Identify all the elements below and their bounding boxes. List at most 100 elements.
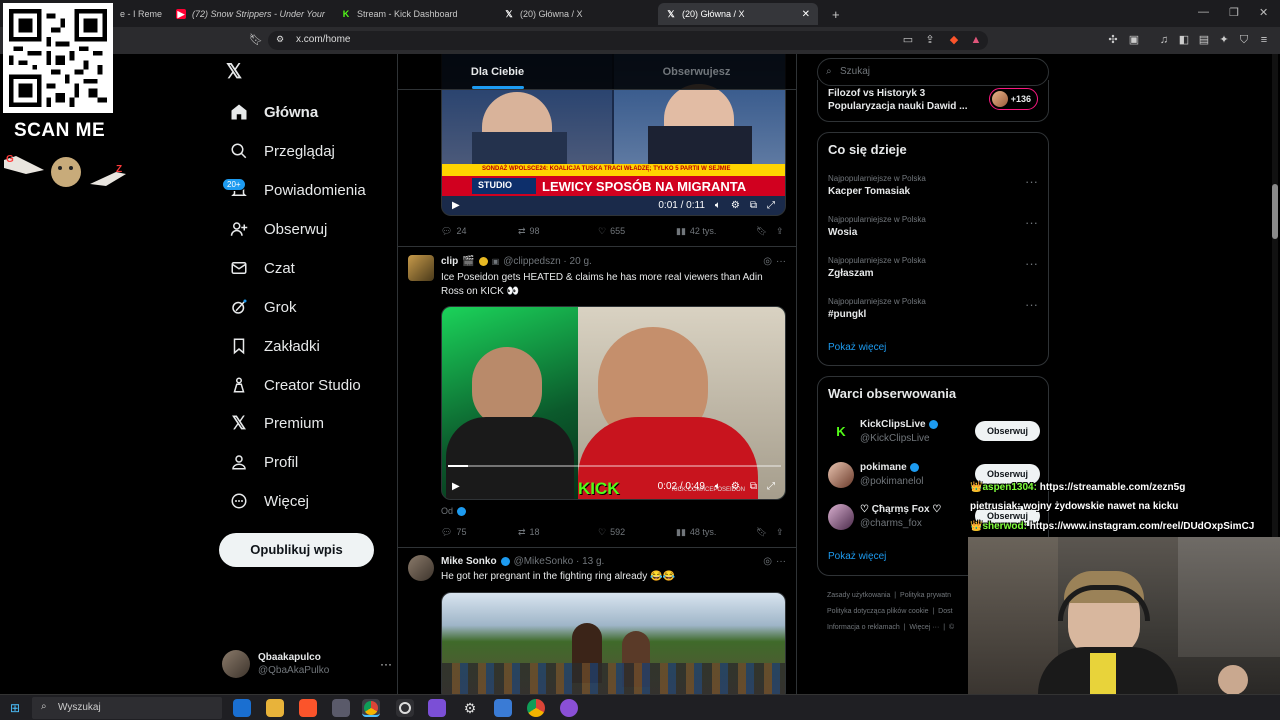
- tab-following[interactable]: Obserwujesz: [597, 54, 796, 89]
- play-icon[interactable]: ▶: [452, 200, 460, 211]
- volume-icon[interactable]: 🔈︎: [715, 481, 721, 492]
- extensions-icon[interactable]: ✣: [1107, 34, 1119, 46]
- sidebar-item-more[interactable]: Więcej: [222, 483, 315, 519]
- show-more-trends-link[interactable]: Pokaż więcej: [828, 342, 886, 353]
- leo-ai-icon[interactable]: ✦: [1218, 34, 1230, 46]
- follow-button[interactable]: Obserwuj: [975, 464, 1040, 484]
- like-button[interactable]: ♡ 655: [598, 226, 676, 237]
- vpn-shield-icon[interactable]: ⛉: [1238, 34, 1250, 46]
- music-icon[interactable]: ♫: [1158, 34, 1170, 46]
- grok-icon[interactable]: ◎: [763, 556, 772, 567]
- browser-tab[interactable]: 𝕏 (20) Główna / X: [496, 3, 651, 25]
- menu-icon[interactable]: ≡: [1258, 34, 1270, 46]
- close-window-icon[interactable]: ✕: [1259, 6, 1268, 19]
- footer-link[interactable]: Informacja o reklamach: [827, 624, 900, 631]
- chrome-icon-active[interactable]: [362, 699, 380, 717]
- brave-icon[interactable]: [299, 699, 317, 717]
- show-more-suggestions-link[interactable]: Pokaż więcej: [828, 551, 886, 562]
- more-horizontal-icon[interactable]: ···: [1025, 174, 1038, 189]
- more-horizontal-icon[interactable]: ···: [776, 256, 786, 267]
- sidebar-item-follow[interactable]: Obserwuj: [222, 211, 333, 247]
- footer-link[interactable]: Więcej ···: [909, 624, 939, 631]
- share-icon[interactable]: ⇪: [776, 527, 784, 538]
- more-horizontal-icon[interactable]: ···: [1025, 215, 1038, 230]
- sidebar-item-grok[interactable]: Grok: [222, 289, 303, 325]
- repost-button[interactable]: ⇄ 18: [518, 527, 598, 538]
- trend-item[interactable]: Najpopularniejsze w Polska Zgłaszam ···: [828, 256, 1038, 279]
- video-progress-bar[interactable]: [448, 465, 781, 467]
- trend-item[interactable]: Najpopularniejsze w Polska #pungkl ···: [828, 297, 1038, 320]
- browser-tab[interactable]: K Stream - Kick Dashboard: [333, 3, 488, 25]
- wallet2-icon[interactable]: ▤: [1198, 34, 1210, 46]
- bookmark-icon[interactable]: 🔖︎: [756, 527, 776, 538]
- play-icon[interactable]: ▶: [452, 481, 460, 492]
- bookmark-icon[interactable]: 🔖︎: [756, 226, 776, 237]
- sidebar-item-creator-studio[interactable]: Creator Studio: [222, 367, 367, 403]
- reply-button[interactable]: 💬︎ 75: [441, 527, 518, 538]
- avatar[interactable]: [408, 255, 434, 281]
- brave-rewards-icon[interactable]: ▲: [970, 34, 982, 46]
- author-name[interactable]: Mike Sonko: [441, 556, 497, 567]
- close-tab-icon[interactable]: ✕: [802, 9, 810, 20]
- volume-icon[interactable]: 🔈︎: [715, 200, 721, 211]
- minimize-icon[interactable]: —: [1198, 6, 1209, 18]
- wallet-icon[interactable]: ▣: [1128, 34, 1140, 46]
- pip-icon[interactable]: ⧉: [750, 481, 757, 492]
- more-horizontal-icon[interactable]: ···: [1025, 256, 1038, 271]
- follow-button[interactable]: Obserwuj: [975, 421, 1040, 441]
- reply-button[interactable]: 💬︎ 24: [441, 226, 518, 237]
- x-logo-icon[interactable]: 𝕏: [226, 62, 246, 82]
- sidebar-item-explore[interactable]: Przeglądaj: [222, 133, 341, 169]
- space-listeners[interactable]: +136: [988, 88, 1038, 110]
- footer-link[interactable]: Zasady użytkowania: [827, 592, 890, 599]
- share-icon[interactable]: ⇪: [924, 34, 936, 46]
- settings-icon[interactable]: ⚙: [731, 481, 740, 492]
- sidebar-item-bookmarks[interactable]: Zakładki: [222, 328, 326, 364]
- tab-for-you[interactable]: Dla Ciebie: [398, 54, 597, 89]
- more-horizontal-icon[interactable]: ···: [380, 657, 392, 671]
- trend-item[interactable]: Najpopularniejsze w Polska Wosia ···: [828, 215, 1038, 238]
- sidebar-item-notifications[interactable]: Powiadomienia: [222, 172, 372, 208]
- grok-icon[interactable]: ◎: [763, 256, 772, 267]
- trend-item[interactable]: Najpopularniejsze w Polska Kacper Tomasi…: [828, 174, 1038, 197]
- screen-icon[interactable]: ▭: [902, 34, 914, 46]
- sidebar-item-chat[interactable]: Czat: [222, 250, 301, 286]
- follow-suggestion[interactable]: K KickClipsLive @KickClipsLive Obserwuj: [828, 417, 1040, 449]
- obs-icon[interactable]: [396, 699, 414, 717]
- new-tab-button[interactable]: +: [824, 3, 844, 25]
- tweet-video[interactable]: KICK KICK.COM/ICEPOSEIDON ▶ 0:02 / 0:49 …: [441, 306, 786, 500]
- sidebar-item-profile[interactable]: Profil: [222, 444, 304, 480]
- author-name[interactable]: clip: [441, 256, 458, 267]
- tweet-video[interactable]: [441, 592, 786, 694]
- account-switcher[interactable]: Qbaakapulco @QbaAkaPulko ···: [222, 644, 392, 684]
- browser-tab[interactable]: e - I Remem: [112, 3, 162, 25]
- address-bar[interactable]: ⚙ x.com/home: [268, 31, 988, 50]
- browser-tab[interactable]: ▶ (72) Snow Strippers - Under Your: [168, 3, 326, 25]
- sidebar-item-premium[interactable]: 𝕏 Premium: [222, 405, 330, 441]
- windows-start-icon[interactable]: ⊞: [10, 701, 20, 715]
- chrome-icon[interactable]: [527, 699, 545, 717]
- file-explorer-icon[interactable]: [266, 699, 284, 717]
- sidebar-icon[interactable]: ◧: [1178, 34, 1190, 46]
- repost-button[interactable]: ⇄ 98: [518, 226, 598, 237]
- fullscreen-icon[interactable]: ⤢: [767, 481, 775, 492]
- browser-tab-active[interactable]: 𝕏 (20) Główna / X ✕: [658, 3, 818, 25]
- share-icon[interactable]: ⇪: [776, 226, 784, 237]
- taskbar-search[interactable]: ⌕ Wyszukaj: [32, 697, 222, 719]
- bookmark-page-icon[interactable]: 🔖︎: [249, 34, 263, 46]
- more-horizontal-icon[interactable]: ···: [1025, 297, 1038, 312]
- sidebar-item-home[interactable]: Główna: [222, 94, 324, 130]
- like-button[interactable]: ♡ 592: [598, 527, 676, 538]
- avatar[interactable]: [408, 555, 434, 581]
- more-horizontal-icon[interactable]: ···: [776, 556, 786, 567]
- live-space-card[interactable]: Filozof vs Historyk 3 Popularyzacja nauk…: [817, 80, 1049, 122]
- settings-icon[interactable]: ⚙: [731, 200, 740, 211]
- app-icon[interactable]: [332, 699, 350, 717]
- scrollbar-thumb[interactable]: [1272, 184, 1278, 239]
- footer-link[interactable]: Dost: [938, 608, 952, 615]
- footer-link[interactable]: Polityka dotycząca plików cookie: [827, 608, 929, 615]
- brave-shield-icon[interactable]: ◆: [948, 34, 960, 46]
- views-button[interactable]: ▮▮ 42 tys.: [676, 226, 756, 237]
- settings-icon[interactable]: ⚙: [461, 699, 479, 717]
- restore-icon[interactable]: ❐: [1229, 6, 1239, 19]
